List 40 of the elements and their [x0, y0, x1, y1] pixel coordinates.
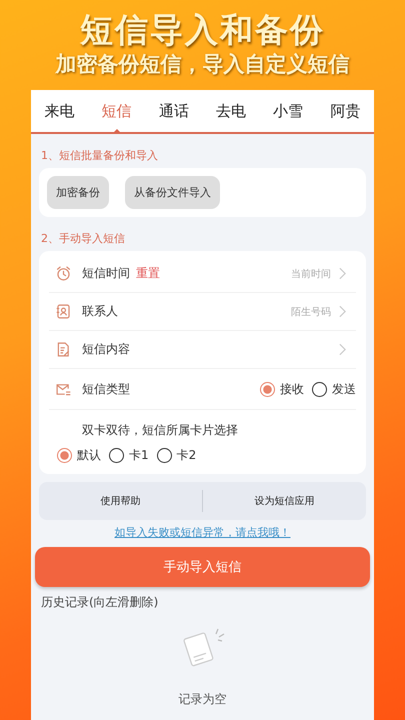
chevron-right-icon[interactable]: [339, 267, 346, 280]
tab[interactable]: 小雪: [269, 90, 308, 132]
field-value: 当前时间: [291, 268, 331, 280]
backup-button[interactable]: 从备份文件导入: [125, 176, 220, 209]
field-label: 短信时间: [82, 265, 130, 282]
footer-button[interactable]: 设为短信应用: [203, 493, 366, 509]
headline: 短信导入和备份: [80, 10, 325, 50]
tab[interactable]: 阿贵: [326, 90, 364, 132]
contact-card-icon: [55, 303, 72, 320]
document-icon: [55, 341, 72, 358]
radio-label: 卡1: [129, 447, 149, 464]
radio-label: 默认: [77, 447, 101, 464]
section-heading: 2、手动导入短信: [40, 231, 126, 247]
radio-button[interactable]: [260, 382, 275, 396]
tab[interactable]: 通话: [154, 90, 193, 132]
chevron-right-icon[interactable]: [339, 305, 346, 318]
field-value: 陌生号码: [291, 306, 331, 318]
chevron-right-icon[interactable]: [339, 343, 346, 356]
history-heading: 历史记录(向左滑删除): [40, 594, 160, 611]
subheadline: 加密备份短信，导入自定义短信: [56, 50, 350, 78]
radio-button[interactable]: [57, 448, 72, 463]
section-heading: 1、短信批量备份和导入: [40, 148, 159, 164]
reset-link[interactable]: 重置: [130, 265, 160, 282]
tab[interactable]: 短信: [98, 90, 136, 132]
radio-button[interactable]: [312, 382, 327, 396]
field-label: 短信类型: [82, 380, 130, 398]
radio-label: 接收: [280, 380, 304, 398]
tab[interactable]: 去电: [212, 90, 250, 132]
radio-button[interactable]: [109, 448, 124, 463]
empty-state-text: 记录为空: [178, 691, 226, 708]
tab[interactable]: 来电: [40, 90, 79, 132]
footer-button[interactable]: 使用帮助: [39, 493, 202, 509]
backup-button[interactable]: 加密备份: [47, 176, 109, 209]
radio-label: 卡2: [176, 447, 196, 464]
field-label: 联系人: [82, 303, 118, 320]
radio-label: 发送: [332, 380, 356, 398]
sim-prompt: 双卡双待，短信所属卡片选择: [81, 422, 239, 439]
alarm-clock-icon: [55, 265, 72, 282]
field-label: 短信内容: [82, 341, 130, 358]
radio-button[interactable]: [156, 448, 172, 463]
